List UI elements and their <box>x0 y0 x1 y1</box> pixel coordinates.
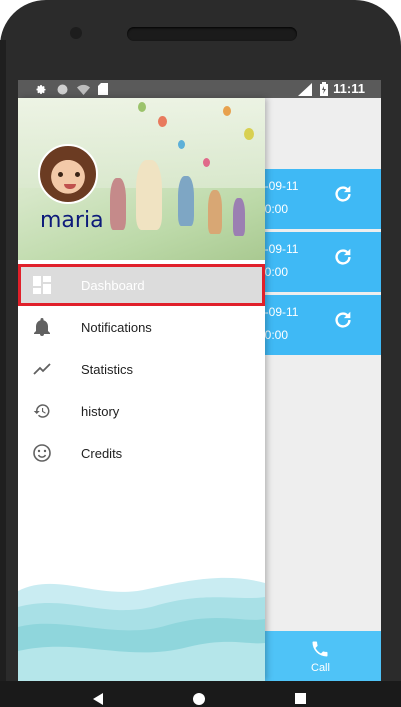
front-camera <box>70 27 82 39</box>
drawer-header: maria <box>18 98 265 260</box>
wave-decoration <box>18 577 265 681</box>
balloon-decoration <box>244 128 254 140</box>
circle-icon <box>56 82 68 96</box>
balloon-decoration <box>138 102 146 112</box>
recents-icon[interactable] <box>295 693 306 704</box>
menu-item-history[interactable]: history <box>18 390 265 432</box>
system-nav-bar <box>0 681 401 707</box>
wifi-icon <box>76 82 90 96</box>
dashboard-icon <box>32 275 52 295</box>
home-icon[interactable] <box>193 693 205 705</box>
refresh-icon[interactable] <box>332 246 354 268</box>
drawer-menu: Dashboard Notifications Statistics histo… <box>18 264 265 474</box>
phone-edge <box>0 40 6 707</box>
menu-item-statistics[interactable]: Statistics <box>18 348 265 390</box>
settings-icon <box>34 82 48 96</box>
phone-frame: 11:11 3-09-11 00:00 3-09-11 00:00 3-09-1… <box>0 0 401 707</box>
clock: 11:11 <box>333 81 365 96</box>
earpiece-speaker <box>127 27 297 41</box>
balloon-decoration <box>178 140 185 149</box>
username: maria <box>40 208 104 233</box>
menu-item-dashboard[interactable]: Dashboard <box>18 264 265 306</box>
balloon-decoration <box>158 116 167 127</box>
illustration-figure <box>178 176 194 226</box>
balloon-decoration <box>203 158 210 167</box>
sd-card-icon <box>97 82 109 96</box>
back-icon[interactable] <box>93 693 103 705</box>
balloon-decoration <box>223 106 231 116</box>
bell-icon <box>32 317 52 337</box>
phone-icon <box>312 641 328 657</box>
battery-icon <box>319 82 329 96</box>
smiley-icon <box>32 443 52 463</box>
navigation-drawer: maria Dashboard Notifications Statistics… <box>18 98 265 681</box>
call-label: Call <box>311 662 330 674</box>
trend-line-icon <box>32 359 52 379</box>
illustration-figure <box>136 160 162 230</box>
refresh-icon[interactable] <box>332 183 354 205</box>
signal-lte-icon <box>297 82 313 96</box>
menu-item-label: Statistics <box>81 361 134 377</box>
status-bar: 11:11 <box>18 80 381 98</box>
illustration-figure <box>233 198 245 236</box>
menu-item-label: history <box>81 403 120 419</box>
avatar[interactable] <box>38 144 98 204</box>
refresh-icon[interactable] <box>332 309 354 331</box>
avatar-eye <box>58 172 63 177</box>
illustration-figure <box>110 178 126 230</box>
screen: 11:11 3-09-11 00:00 3-09-11 00:00 3-09-1… <box>18 80 381 681</box>
illustration-figure <box>208 190 222 234</box>
menu-item-notifications[interactable]: Notifications <box>18 306 265 348</box>
menu-item-label: Dashboard <box>81 277 145 293</box>
avatar-mouth <box>64 184 76 189</box>
history-icon <box>32 401 52 421</box>
avatar-eye <box>75 172 80 177</box>
menu-item-label: Credits <box>81 445 123 461</box>
menu-item-label: Notifications <box>81 319 152 335</box>
menu-item-credits[interactable]: Credits <box>18 432 265 474</box>
